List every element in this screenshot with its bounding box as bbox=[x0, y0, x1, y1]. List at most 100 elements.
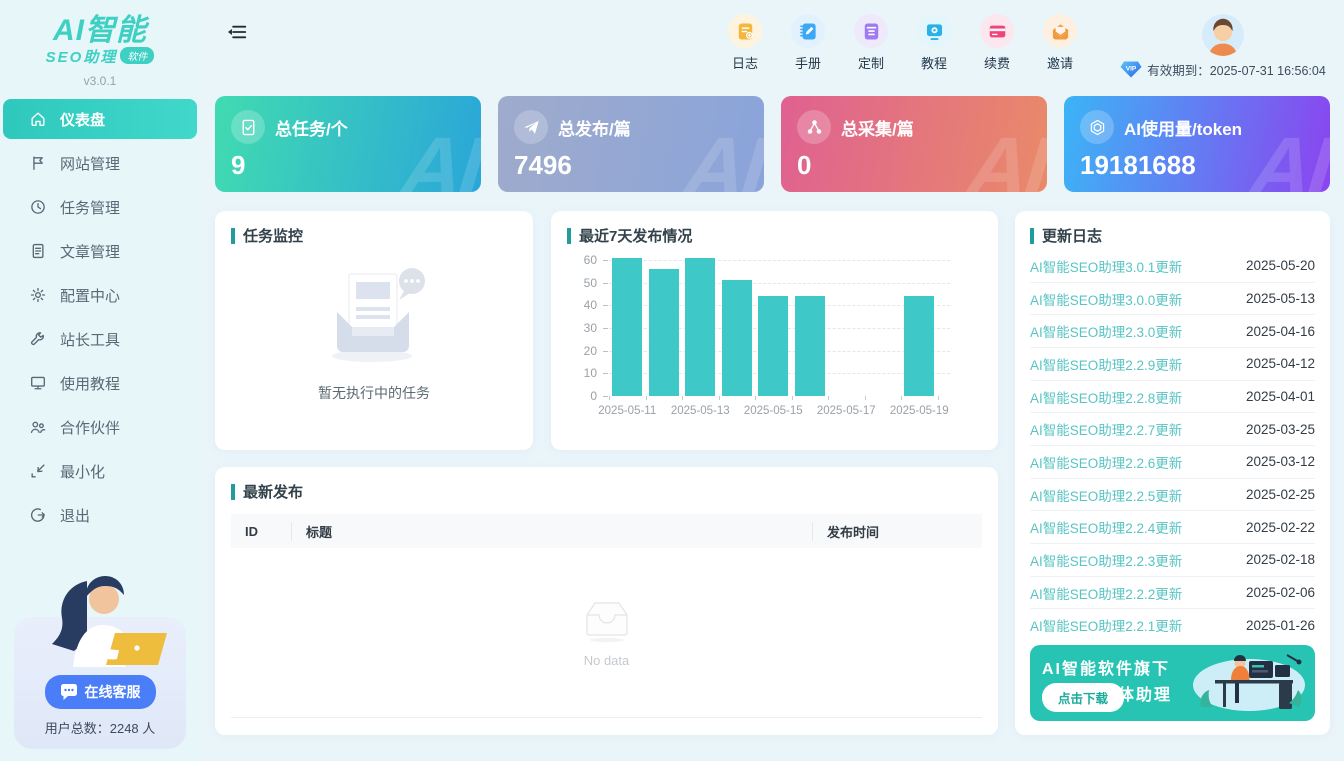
y-axis-label: 50 bbox=[567, 276, 597, 290]
chart-gridline bbox=[609, 260, 950, 261]
svg-text:VIP: VIP bbox=[1126, 66, 1137, 73]
sidebar-item-label: 网站管理 bbox=[60, 153, 120, 174]
partners-icon bbox=[29, 418, 47, 436]
update-link[interactable]: AI智能SEO助理2.2.8更新 bbox=[1030, 387, 1182, 407]
update-date: 2025-02-22 bbox=[1246, 520, 1315, 535]
update-link[interactable]: AI智能SEO助理2.2.2更新 bbox=[1030, 583, 1182, 603]
update-link[interactable]: AI智能SEO助理3.0.0更新 bbox=[1030, 289, 1182, 309]
bar bbox=[722, 280, 752, 396]
stat-cards-row: 总任务/个9AI总发布/篇7496AI总采集/篇0AIAI使用量/token19… bbox=[215, 96, 1330, 192]
column-header-title: 标题 bbox=[291, 522, 812, 541]
shortcut-label: 教程 bbox=[921, 53, 947, 72]
x-axis-label: 2025-05-17 bbox=[817, 405, 876, 417]
user-total: 用户总数：2248 人 bbox=[24, 718, 176, 737]
topbar-shortcut-log[interactable]: 日志 bbox=[725, 14, 765, 72]
menu-fold-icon[interactable] bbox=[226, 21, 248, 43]
update-link[interactable]: AI智能SEO助理2.2.7更新 bbox=[1030, 419, 1182, 439]
site-icon bbox=[29, 154, 47, 172]
x-axis-tick bbox=[682, 396, 683, 400]
x-axis-label: 2025-05-11 bbox=[598, 405, 656, 417]
sidebar-item-logout[interactable]: 退出 bbox=[3, 495, 197, 535]
y-axis-tick bbox=[603, 351, 608, 352]
shortcut-label: 定制 bbox=[858, 53, 884, 72]
sidebar-item-label: 仪表盘 bbox=[60, 109, 105, 130]
stat-card-label: 总发布/篇 bbox=[558, 115, 631, 140]
update-link[interactable]: AI智能SEO助理2.2.4更新 bbox=[1030, 517, 1182, 537]
sidebar-nav: 仪表盘网站管理任务管理文章管理配置中心站长工具使用教程合作伙伴最小化退出 bbox=[0, 99, 200, 535]
topbar-shortcut-invite[interactable]: 邀请 bbox=[1040, 14, 1080, 72]
license-expiry: VIP 有效期到：2025-07-31 16:56:04 bbox=[1120, 60, 1326, 79]
x-axis-tick bbox=[719, 396, 720, 400]
bar bbox=[904, 296, 934, 396]
main-area: 日志手册 定制 教程 续费邀请 VIP 有效期到：2025-07-31 16:56:0… bbox=[200, 0, 1344, 761]
update-log-panel: 更新日志 AI智能SEO助理3.0.1更新2025-05-20AI智能SEO助理… bbox=[1015, 211, 1330, 735]
update-link[interactable]: AI智能SEO助理2.2.9更新 bbox=[1030, 354, 1182, 374]
sidebar-item-article[interactable]: 文章管理 bbox=[3, 231, 197, 271]
sidebar-item-label: 文章管理 bbox=[60, 241, 120, 262]
sidebar-item-label: 最小化 bbox=[60, 461, 105, 482]
download-button[interactable]: 点击下载 bbox=[1042, 683, 1124, 712]
topbar-shortcut-custom[interactable]: 定制 bbox=[851, 14, 891, 72]
update-link[interactable]: AI智能SEO助理2.3.0更新 bbox=[1030, 321, 1182, 341]
update-link[interactable]: AI智能SEO助理2.2.3更新 bbox=[1030, 550, 1182, 570]
title-accent-bar bbox=[231, 484, 235, 500]
tutorial-icon bbox=[917, 14, 951, 48]
app-version: v3.0.1 bbox=[0, 74, 200, 88]
banner-illustration bbox=[1187, 649, 1311, 721]
online-support-label: 在线客服 bbox=[85, 682, 141, 702]
stat-card-label: AI使用量/token bbox=[1124, 115, 1242, 140]
update-log-row: AI智能SEO助理2.2.6更新2025-03-12 bbox=[1030, 446, 1315, 479]
logout-icon bbox=[29, 506, 47, 524]
shortcut-label: 手册 bbox=[795, 53, 821, 72]
clock-icon bbox=[29, 198, 47, 216]
sidebar-item-label: 站长工具 bbox=[60, 329, 120, 350]
update-date: 2025-04-16 bbox=[1246, 324, 1315, 339]
update-log-row: AI智能SEO助理2.2.8更新2025-04-01 bbox=[1030, 381, 1315, 414]
stat-card-label: 总采集/篇 bbox=[841, 115, 914, 140]
content-area: 任务监控 bbox=[215, 211, 1330, 735]
sidebar-item-site[interactable]: 网站管理 bbox=[3, 143, 197, 183]
empty-tray-illustration bbox=[309, 264, 439, 364]
sidebar-item-gear[interactable]: 配置中心 bbox=[3, 275, 197, 315]
topbar-shortcut-manual[interactable]: 手册 bbox=[788, 14, 828, 72]
logo-line2: SEO助理 bbox=[46, 46, 118, 67]
sidebar-item-clock[interactable]: 任务管理 bbox=[3, 187, 197, 227]
x-axis-tick bbox=[646, 396, 647, 400]
sidebar-item-monitor[interactable]: 使用教程 bbox=[3, 363, 197, 403]
no-data-icon bbox=[579, 597, 635, 643]
sidebar-item-minimize[interactable]: 最小化 bbox=[3, 451, 197, 491]
sidebar-item-wrench[interactable]: 站长工具 bbox=[3, 319, 197, 359]
stat-card-value: 7496 bbox=[514, 152, 748, 178]
update-date: 2025-05-13 bbox=[1246, 291, 1315, 306]
sidebar-item-label: 任务管理 bbox=[60, 197, 120, 218]
sidebar-item-label: 配置中心 bbox=[60, 285, 120, 306]
task-monitor-title: 任务监控 bbox=[231, 225, 517, 246]
publish-icon bbox=[514, 110, 548, 144]
x-axis-tick bbox=[609, 396, 610, 400]
update-date: 2025-02-06 bbox=[1246, 585, 1315, 600]
update-link[interactable]: AI智能SEO助理3.0.1更新 bbox=[1030, 256, 1182, 276]
chat-icon bbox=[60, 684, 78, 700]
column-header-id: ID bbox=[231, 524, 291, 539]
latest-publish-title-text: 最新发布 bbox=[243, 481, 303, 502]
update-log-row: AI智能SEO助理2.2.9更新2025-04-12 bbox=[1030, 348, 1315, 381]
update-link[interactable]: AI智能SEO助理2.2.1更新 bbox=[1030, 615, 1182, 635]
latest-publish-panel: 最新发布 ID 标题 发布时间 No data bbox=[215, 467, 998, 735]
app-logo: AI智能 SEO助理软件 bbox=[0, 0, 200, 67]
title-accent-bar bbox=[1030, 228, 1034, 244]
task-monitor-panel: 任务监控 bbox=[215, 211, 533, 450]
topbar-shortcut-renew[interactable]: 续费 bbox=[977, 14, 1017, 72]
update-date: 2025-02-18 bbox=[1246, 552, 1315, 567]
latest-publish-title: 最新发布 bbox=[231, 481, 982, 502]
update-log-row: AI智能SEO助理2.3.0更新 2025-04-16 bbox=[1030, 315, 1315, 348]
update-link[interactable]: AI智能SEO助理2.2.5更新 bbox=[1030, 485, 1182, 505]
topbar-shortcut-tutorial[interactable]: 教程 bbox=[914, 14, 954, 72]
update-link[interactable]: AI智能SEO助理2.2.6更新 bbox=[1030, 452, 1182, 472]
user-avatar[interactable] bbox=[1202, 14, 1244, 56]
x-axis-tick bbox=[938, 396, 939, 400]
sidebar-item-partners[interactable]: 合作伙伴 bbox=[3, 407, 197, 447]
vip-icon: VIP bbox=[1120, 61, 1142, 78]
sidebar-item-home[interactable]: 仪表盘 bbox=[3, 99, 197, 139]
x-axis-tick bbox=[865, 396, 866, 400]
y-axis-label: 0 bbox=[567, 389, 597, 403]
